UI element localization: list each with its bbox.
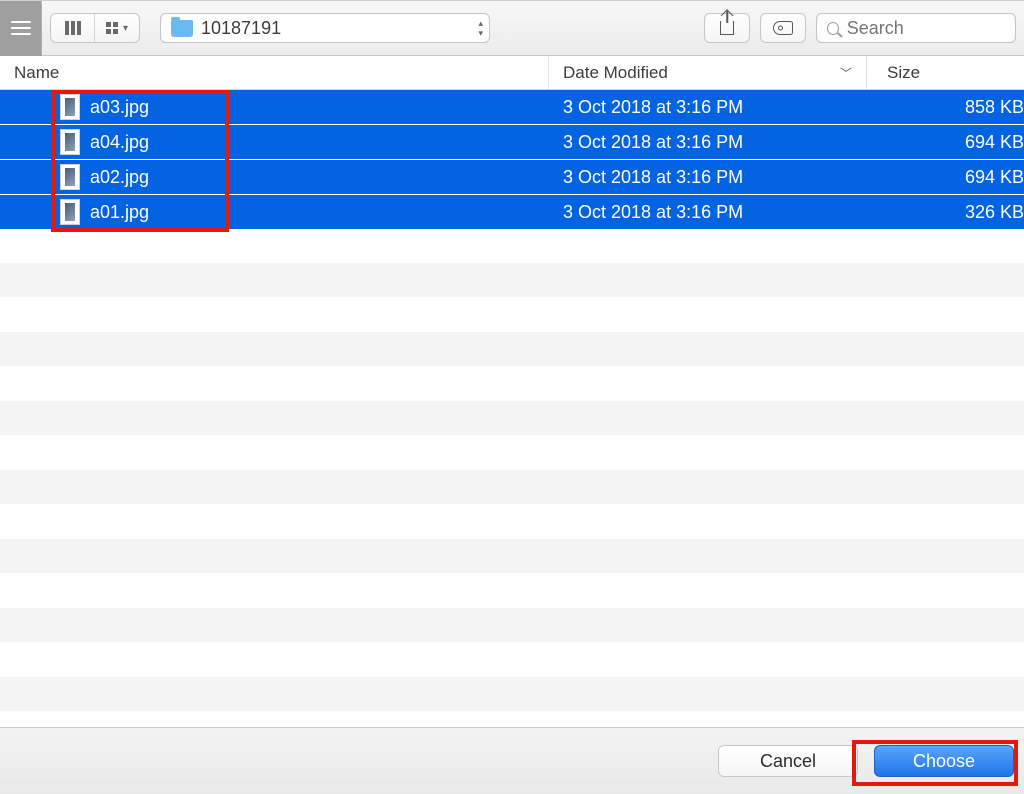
view-mode-segmented-control: ▾ (50, 13, 140, 43)
toolbar: ▾ 10187191 ▴▾ (0, 1, 1024, 56)
column-view-button[interactable] (51, 14, 95, 42)
file-row[interactable]: a04.jpg 3 Oct 2018 at 3:16 PM 694 KB (0, 125, 1024, 160)
search-input[interactable] (847, 18, 1005, 39)
file-name-label: a01.jpg (90, 202, 149, 223)
column-header-size[interactable]: Size (867, 56, 1024, 89)
path-stepper-icon: ▴▾ (478, 19, 483, 37)
chevron-down-icon: ▾ (123, 23, 128, 34)
file-thumbnail-icon (60, 164, 80, 190)
choose-button[interactable]: Choose (874, 745, 1014, 777)
column-header-name[interactable]: Name (0, 56, 549, 89)
file-name-label: a02.jpg (90, 167, 149, 188)
column-header-date-label: Date Modified (563, 63, 668, 83)
dialog-footer: Cancel Choose (0, 728, 1024, 794)
file-date-label: 3 Oct 2018 at 3:16 PM (563, 97, 743, 117)
file-thumbnail-icon (60, 94, 80, 120)
tag-icon (773, 21, 793, 35)
file-date-label: 3 Oct 2018 at 3:16 PM (563, 132, 743, 152)
sidebar-toggle-button[interactable] (0, 1, 42, 56)
folder-icon (171, 20, 193, 37)
file-size-label: 858 KB (965, 97, 1024, 117)
grid-icon: ▾ (106, 22, 128, 34)
file-name-label: a03.jpg (90, 97, 149, 118)
column-headers: Name Date Modified ﹀ Size (0, 56, 1024, 90)
tags-button[interactable] (760, 13, 806, 43)
icon-view-button[interactable]: ▾ (95, 14, 139, 42)
column-header-size-label: Size (887, 63, 920, 83)
file-row[interactable]: a01.jpg 3 Oct 2018 at 3:16 PM 326 KB (0, 195, 1024, 230)
column-header-date[interactable]: Date Modified ﹀ (549, 56, 867, 89)
file-date-label: 3 Oct 2018 at 3:16 PM (563, 202, 743, 222)
search-field[interactable] (816, 13, 1016, 43)
file-size-label: 694 KB (965, 167, 1024, 187)
columns-icon (65, 21, 81, 35)
cancel-button-label: Cancel (760, 751, 816, 772)
hamburger-icon (11, 21, 31, 35)
file-size-label: 326 KB (965, 202, 1024, 222)
file-date-label: 3 Oct 2018 at 3:16 PM (563, 167, 743, 187)
file-picker-dialog: ▾ 10187191 ▴▾ Name Date Modif (0, 0, 1024, 794)
file-name-label: a04.jpg (90, 132, 149, 153)
chevron-down-icon: ﹀ (840, 64, 852, 81)
folder-path-popup[interactable]: 10187191 ▴▾ (160, 13, 490, 43)
choose-button-label: Choose (913, 751, 975, 772)
file-list: a03.jpg 3 Oct 2018 at 3:16 PM 858 KB a04.jp… (0, 90, 1024, 728)
file-size-label: 694 KB (965, 132, 1024, 152)
file-thumbnail-icon (60, 129, 80, 155)
toolbar-left-group: ▾ 10187191 ▴▾ (0, 1, 490, 55)
search-icon (827, 22, 839, 35)
file-thumbnail-icon (60, 199, 80, 225)
file-row[interactable]: a02.jpg 3 Oct 2018 at 3:16 PM 694 KB (0, 160, 1024, 195)
file-row[interactable]: a03.jpg 3 Oct 2018 at 3:16 PM 858 KB (0, 90, 1024, 125)
cancel-button[interactable]: Cancel (718, 745, 858, 777)
share-icon (720, 21, 734, 35)
share-button[interactable] (704, 13, 750, 43)
folder-name-label: 10187191 (201, 18, 478, 39)
column-header-name-label: Name (14, 63, 59, 83)
